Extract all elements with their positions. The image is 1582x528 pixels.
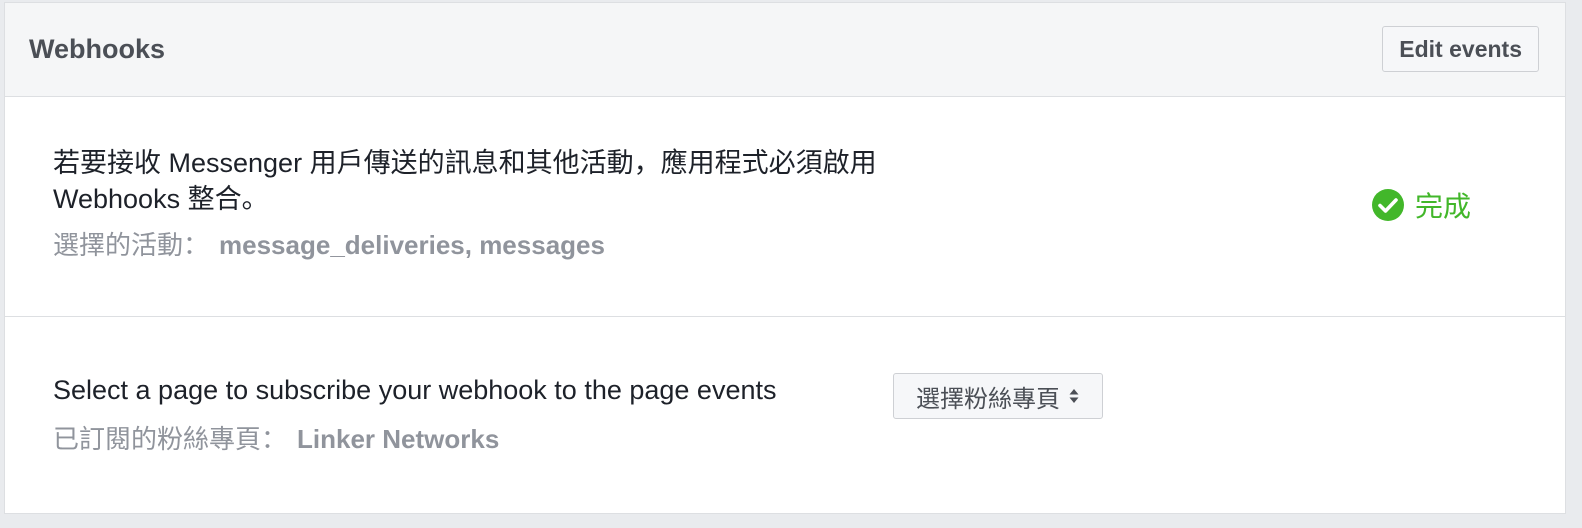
page-select-value: 選擇粉絲專頁	[916, 385, 1060, 413]
webhooks-description: 若要接收 Messenger 用戶傳送的訊息和其他活動，應用程式必須啟用 Web…	[53, 148, 877, 214]
subscribe-section: Select a page to subscribe your webhook …	[5, 317, 1565, 513]
webhooks-panel: Webhooks Edit events 若要接收 Messenger 用戶傳送…	[4, 2, 1566, 514]
status-label: 完成	[1415, 191, 1472, 222]
selected-events: 選擇的活動： message_deliveries, messages	[53, 225, 605, 262]
subscribed-pages-label: 已訂閱的粉絲專頁：	[53, 424, 288, 454]
sort-arrows-icon	[1069, 389, 1079, 403]
subscribed-pages: 已訂閱的粉絲專頁： Linker Networks	[53, 419, 499, 456]
subscribe-instructions: Select a page to subscribe your webhook …	[53, 375, 777, 405]
edit-events-button[interactable]: Edit events	[1382, 26, 1539, 72]
check-circle-icon	[1372, 189, 1404, 221]
subscribed-pages-value: Linker Networks	[297, 424, 500, 454]
page-select-dropdown[interactable]: 選擇粉絲專頁	[893, 373, 1103, 419]
panel-title: Webhooks	[29, 34, 166, 64]
webhooks-section: 若要接收 Messenger 用戶傳送的訊息和其他活動，應用程式必須啟用 Web…	[5, 97, 1565, 317]
status-indicator: 完成	[1371, 185, 1471, 225]
selected-events-label: 選擇的活動：	[53, 230, 210, 260]
panel-header: Webhooks Edit events	[5, 3, 1565, 97]
selected-events-value: message_deliveries, messages	[219, 230, 605, 260]
